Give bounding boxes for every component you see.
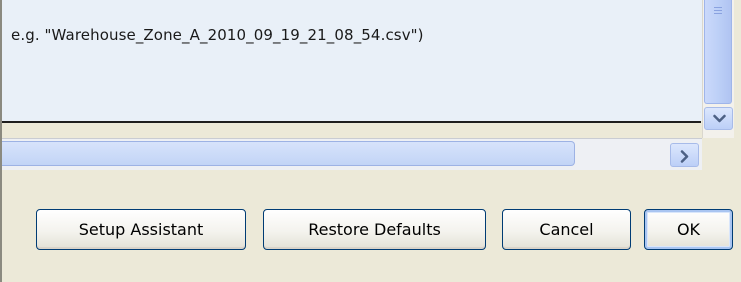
- scroll-grip-line: [714, 13, 722, 14]
- vertical-scrollbar-thumb[interactable]: [704, 0, 732, 104]
- restore-defaults-button[interactable]: Restore Defaults: [263, 209, 486, 250]
- ok-button[interactable]: OK: [644, 209, 733, 250]
- text-area[interactable]: [2, 0, 702, 121]
- scroll-grip-line: [714, 10, 722, 11]
- scroll-right-button[interactable]: [670, 143, 699, 167]
- chevron-down-icon: [713, 114, 726, 123]
- setup-assistant-button[interactable]: Setup Assistant: [36, 209, 246, 250]
- text-area-hint: e.g. "Warehouse_Zone_A_2010_09_19_21_08_…: [11, 26, 424, 44]
- scroll-grip-line: [714, 7, 722, 8]
- text-area-divider: [2, 121, 701, 123]
- cancel-button[interactable]: Cancel: [502, 209, 631, 250]
- chevron-right-icon: [680, 150, 689, 163]
- horizontal-scrollbar-thumb[interactable]: [2, 141, 575, 166]
- scroll-down-button[interactable]: [704, 107, 733, 130]
